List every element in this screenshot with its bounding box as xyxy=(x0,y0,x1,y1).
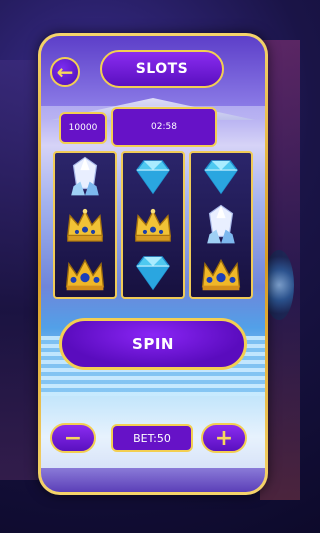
background-left xyxy=(0,60,40,480)
blue-crown-icon xyxy=(55,249,115,297)
coins-display: 10000 xyxy=(59,112,107,144)
gold-crown-icon xyxy=(55,201,115,249)
crystal-icon xyxy=(191,201,251,249)
bottom-trim xyxy=(41,468,265,492)
gold-crown-icon xyxy=(123,201,183,249)
spin-button[interactable]: SPIN xyxy=(59,318,247,370)
reel-2 xyxy=(121,151,185,299)
minus-icon: − xyxy=(63,425,83,451)
game-panel: ← SLOTS 10000 02:58 SPIN − BET:50 + xyxy=(41,36,265,492)
arrow-left-icon: ← xyxy=(56,60,74,84)
crystal-icon xyxy=(55,153,115,201)
decrease-bet-button[interactable]: − xyxy=(50,423,96,453)
game-frame: ← SLOTS 10000 02:58 SPIN − BET:50 + xyxy=(38,33,268,495)
back-button[interactable]: ← xyxy=(50,57,80,87)
increase-bet-button[interactable]: + xyxy=(201,423,247,453)
background-slot-machine xyxy=(264,250,294,320)
blue-crown-icon xyxy=(191,249,251,297)
timer-display: 02:58 xyxy=(111,107,217,147)
diamond-icon xyxy=(123,153,183,201)
reel-3 xyxy=(189,151,253,299)
page-title: SLOTS xyxy=(100,50,224,88)
diamond-icon xyxy=(123,249,183,297)
plus-icon: + xyxy=(214,425,234,451)
bet-display: BET:50 xyxy=(111,424,193,452)
diamond-icon xyxy=(191,153,251,201)
reel-1 xyxy=(53,151,117,299)
reels xyxy=(53,151,253,299)
